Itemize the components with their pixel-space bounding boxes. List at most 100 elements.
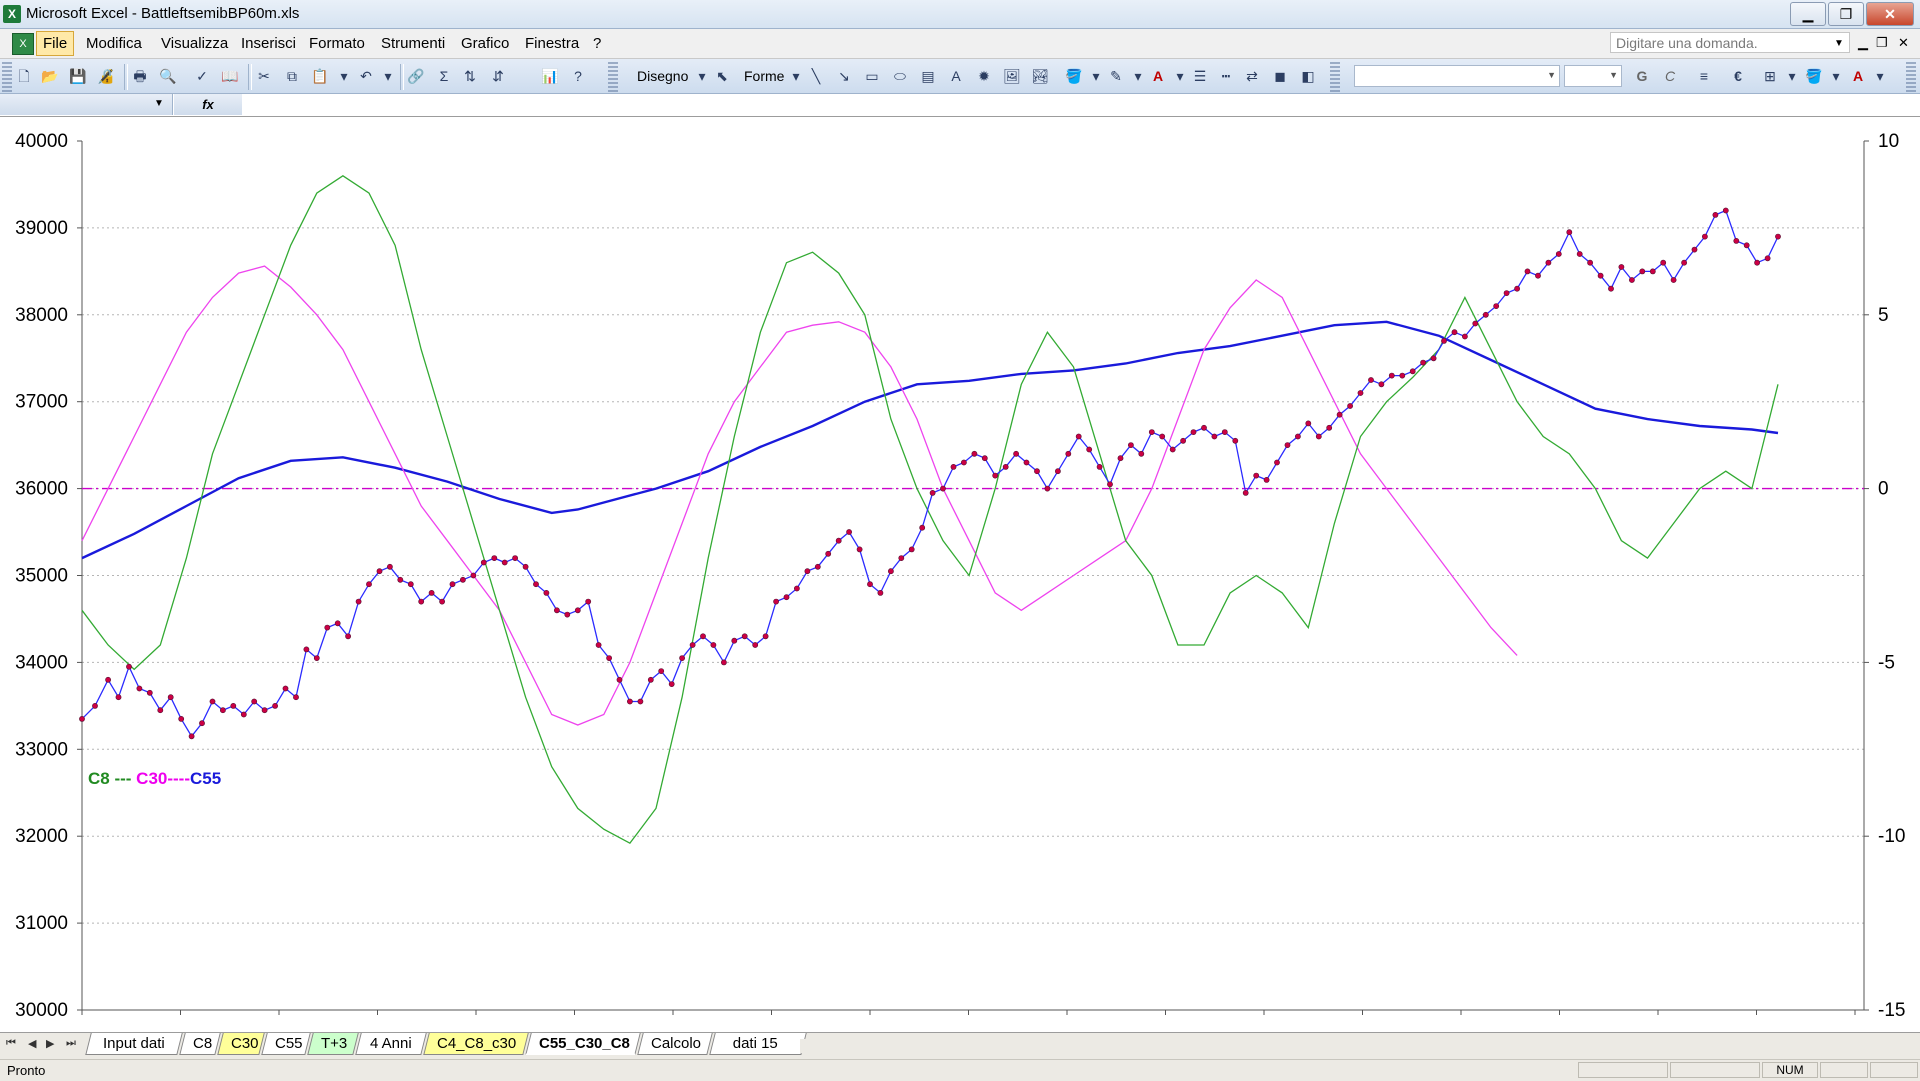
copy-icon[interactable]: ⧉ [282,66,302,86]
chart-wizard-icon[interactable]: 📊 [540,66,560,86]
shadow-icon[interactable]: ◼ [1270,66,1290,86]
shapes-menu[interactable]: Forme [744,68,784,84]
doc-restore-icon[interactable]: ❐ [1876,35,1888,51]
font-size-combo[interactable]: ▼ [1564,65,1622,87]
line-chart[interactable]: 40000 39000 38000 37000 36000 35000 34000 33000… [0,117,1920,1022]
permission-icon[interactable]: 🔏 [96,66,116,86]
toolbar-grip[interactable] [1330,62,1340,92]
sheet-tab[interactable]: Input dati [85,1033,183,1055]
textbox-icon[interactable]: ▤ [918,66,938,86]
fill-color-icon[interactable]: 🪣 [1064,66,1084,86]
spelling-icon[interactable]: ✓ [192,66,212,86]
fill-color-dropdown-icon[interactable]: ▾ [1086,66,1106,86]
menu-formato[interactable]: Formato [309,35,365,52]
next-sheet-icon[interactable]: ▶ [46,1037,54,1050]
chart-area[interactable]: 40000 39000 38000 37000 36000 35000 34000 33000… [0,117,1920,1022]
sheet-tab[interactable]: dati 15 min [709,1033,807,1074]
fill-color-cell-icon[interactable]: 🪣 [1804,66,1824,86]
fill-color-cell-dropdown-icon[interactable]: ▾ [1826,66,1846,86]
last-sheet-icon[interactable]: ⏭ [66,1037,76,1050]
font-color-dropdown-icon[interactable]: ▾ [1170,66,1190,86]
paste-icon[interactable]: 📋 [310,66,330,86]
sheet-tab-label: Calcolo [651,1035,702,1052]
sum-icon[interactable]: Σ [434,66,454,86]
research-icon[interactable]: 📖 [220,66,240,86]
undo-icon[interactable]: ↶ [356,66,376,86]
print-icon[interactable]: 🖶 [130,66,150,86]
diagram-icon[interactable]: ✹ [974,66,994,86]
cut-icon[interactable]: ✂ [254,66,274,86]
name-box[interactable]: ▼ [0,94,173,115]
doc-close-icon[interactable]: ✕ [1898,35,1909,51]
menu-visualizza[interactable]: Visualizza [161,35,228,52]
sheet-tab[interactable]: T+3 [307,1033,359,1055]
help-icon[interactable]: ? [568,66,588,86]
menu-inserisci[interactable]: Inserisci [241,35,296,52]
drawing-dropdown-icon[interactable]: ▾ [692,66,712,86]
sheet-tab[interactable]: C4_C8_c30 [423,1033,529,1055]
clipart-icon[interactable]: 🖼 [1002,66,1022,86]
horizontal-scrollbar[interactable] [800,1039,1900,1053]
hyperlink-icon[interactable]: 🔗 [406,66,426,86]
sheet-tab[interactable]: C55_C30_C8 [525,1033,641,1055]
menu-finestra[interactable]: Finestra [525,35,579,52]
text-color-dropdown-icon[interactable]: ▾ [1870,66,1890,86]
line-style-icon[interactable]: ☰ [1190,66,1210,86]
bold-icon[interactable]: G [1632,66,1652,86]
excel-app-icon[interactable]: X [3,5,21,23]
oval-icon[interactable]: ⬭ [890,66,910,86]
menu-file[interactable]: File [36,31,75,56]
menu-strumenti[interactable]: Strumenti [381,35,445,52]
euro-icon[interactable]: € [1728,66,1748,86]
font-color-icon[interactable]: A [1148,66,1168,86]
toolbar-grip[interactable] [1906,62,1916,92]
minimize-button[interactable]: ▁ [1790,2,1826,26]
italic-icon[interactable]: C [1660,66,1680,86]
save-icon[interactable]: 💾 [68,66,88,86]
font-name-combo[interactable]: ▼ [1354,65,1560,87]
menu-grafico[interactable]: Grafico [461,35,509,52]
menu-modifica[interactable]: Modifica [86,35,142,52]
paste-dropdown-icon[interactable]: ▾ [334,66,354,86]
new-file-icon[interactable]: 🗋 [14,66,34,86]
close-button[interactable]: ✕ [1866,2,1914,26]
arrow-icon[interactable]: ↘ [834,66,854,86]
sort-ascending-icon[interactable]: ⇅ [460,66,480,86]
borders-dropdown-icon[interactable]: ▾ [1782,66,1802,86]
insert-function-icon[interactable]: fx [174,94,242,115]
chevron-down-icon[interactable]: ▼ [1834,38,1844,49]
text-color-icon[interactable]: A [1848,66,1868,86]
help-question-input[interactable]: Digitare una domanda. [1610,32,1850,53]
sort-descending-icon[interactable]: ⇵ [488,66,508,86]
print-preview-icon[interactable]: 🔍 [158,66,178,86]
borders-icon[interactable]: ⊞ [1760,66,1780,86]
open-folder-icon[interactable]: 📂 [40,66,60,86]
dash-style-icon[interactable]: ┅ [1216,66,1236,86]
menu-help[interactable]: ? [593,35,601,52]
rectangle-icon[interactable]: ▭ [862,66,882,86]
sheet-tab[interactable]: C55 [261,1033,311,1055]
sheet-tab[interactable]: 4 Anni [355,1033,427,1055]
line-color-dropdown-icon[interactable]: ▾ [1128,66,1148,86]
line-icon[interactable]: ╲ [806,66,826,86]
arrow-style-icon[interactable]: ⇄ [1242,66,1262,86]
undo-dropdown-icon[interactable]: ▾ [378,66,398,86]
workbook-icon[interactable]: X [12,33,34,55]
sheet-tab[interactable]: C8 [179,1033,221,1055]
toolbar-grip[interactable] [608,62,618,92]
drawing-menu[interactable]: Disegno [637,68,688,84]
maximize-button[interactable]: ❐ [1828,2,1864,26]
first-sheet-icon[interactable]: ⏮ [6,1037,16,1050]
picture-icon[interactable]: 🏞 [1030,66,1050,86]
toolbar-grip[interactable] [2,62,12,92]
doc-minimize-icon[interactable]: ▁ [1858,35,1868,51]
wordart-icon[interactable]: A [946,66,966,86]
prev-sheet-icon[interactable]: ◀ [28,1037,36,1050]
select-objects-icon[interactable]: ⬉ [712,66,732,86]
sheet-tab[interactable]: Calcolo [637,1033,713,1055]
sheet-tab[interactable]: C30 [217,1033,265,1055]
3d-icon[interactable]: ◧ [1298,66,1318,86]
line-color-icon[interactable]: ✎ [1106,66,1126,86]
shapes-dropdown-icon[interactable]: ▾ [786,66,806,86]
align-center-icon[interactable]: ≡ [1694,66,1714,86]
